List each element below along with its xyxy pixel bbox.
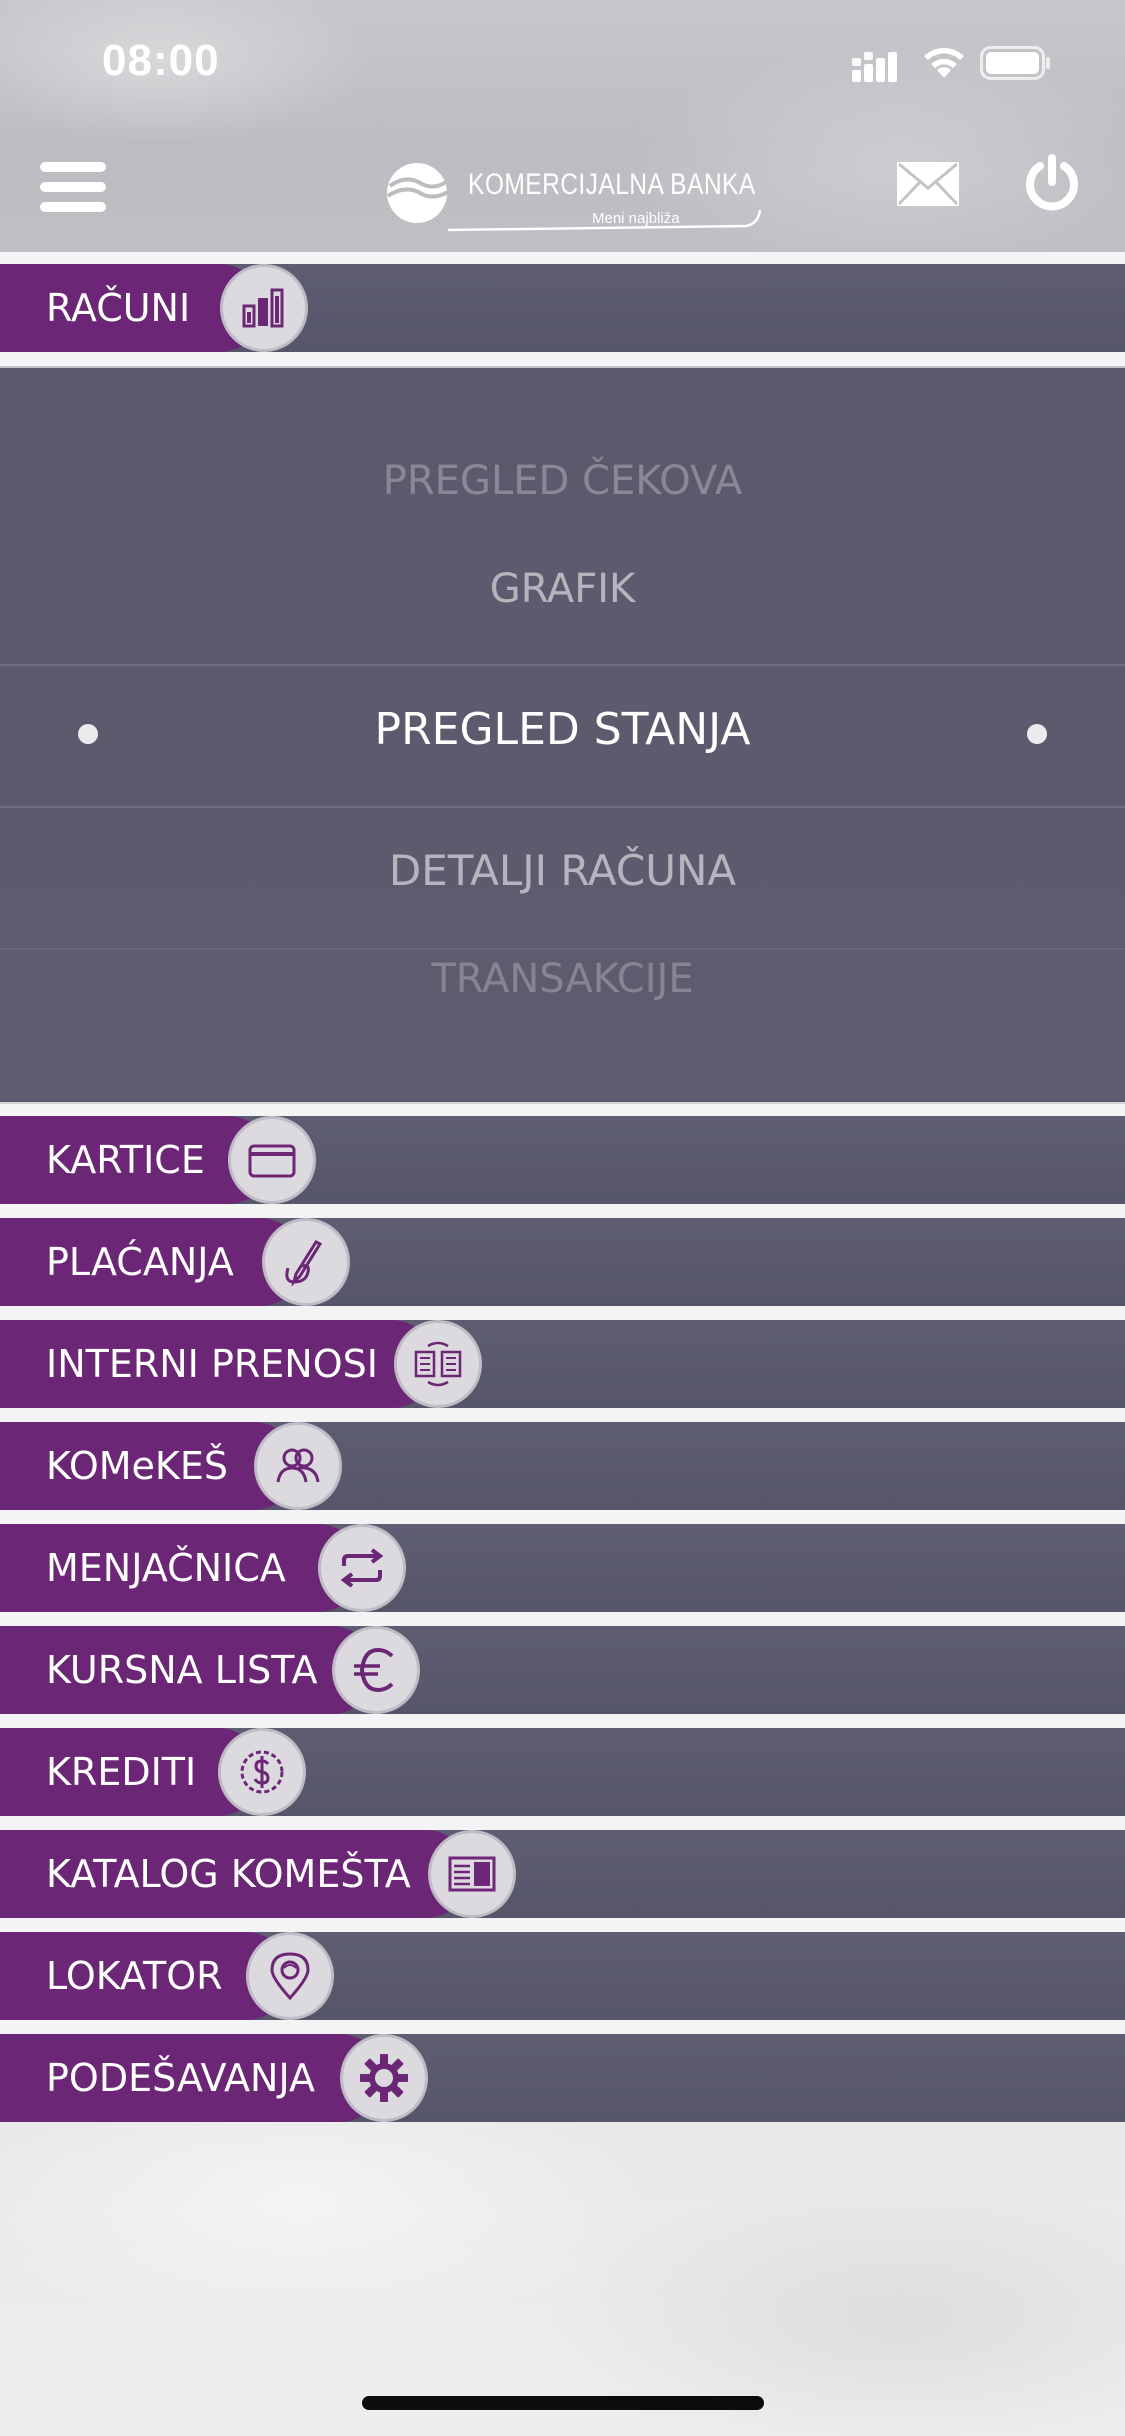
- separator: [0, 1104, 1125, 1116]
- menu-row-kartice[interactable]: KARTICE: [0, 1116, 1125, 1204]
- menu-row-kursna-lista[interactable]: KURSNA LISTA: [0, 1626, 1125, 1714]
- hamburger-menu-icon[interactable]: [40, 162, 106, 214]
- menu-label-interni-prenosi: INTERNI PRENOSI: [46, 1342, 378, 1386]
- cellular-signal-icon: [852, 52, 897, 82]
- menu-label-menjacnica: MENJAČNICA: [46, 1546, 286, 1590]
- bank-logo: KOMERCIJALNA BANKA Meni najbliža: [380, 152, 762, 232]
- logo-mark-icon: [386, 163, 448, 223]
- catalog-book-icon: [428, 1830, 516, 1918]
- separator: [0, 1816, 1125, 1830]
- menu-row-racuni[interactable]: RAČUNI: [0, 264, 1125, 352]
- picker-item-detalji-racuna[interactable]: DETALJI RAČUNA: [0, 846, 1125, 895]
- transfer-documents-icon: [394, 1320, 482, 1408]
- menu-row-krediti[interactable]: KREDITI: [0, 1728, 1125, 1816]
- menu-label-kursna-lista: KURSNA LISTA: [46, 1648, 318, 1692]
- separator: [0, 352, 1125, 366]
- separator: [0, 1918, 1125, 1932]
- picker-item-pregled-stanja[interactable]: PREGLED STANJA: [0, 704, 1125, 755]
- dollar-coin-icon: [218, 1728, 306, 1816]
- menu-row-lokator[interactable]: LOKATOR: [0, 1932, 1125, 2020]
- euro-icon: [332, 1626, 420, 1714]
- picker-divider: [0, 806, 1125, 808]
- menu-label-racuni: RAČUNI: [46, 286, 191, 330]
- envelope-icon[interactable]: [896, 160, 960, 208]
- separator: [0, 1204, 1125, 1218]
- battery-icon: [980, 46, 1050, 80]
- menu-label-katalog-komesta: KATALOG KOMEŠTA: [46, 1852, 411, 1896]
- picker-item-cekovi[interactable]: PREGLED ČEKOVA: [0, 458, 1125, 504]
- wifi-icon: [924, 48, 964, 78]
- menu-label-krediti: KREDITI: [46, 1750, 197, 1794]
- picker-item-grafik[interactable]: GRAFIK: [0, 566, 1125, 612]
- picker-item-transakcije[interactable]: TRANSAKCIJE: [0, 956, 1125, 1002]
- menu-row-placanja[interactable]: PLAĆANJA: [0, 1218, 1125, 1306]
- picker-selection-dot-right: [1027, 724, 1047, 744]
- menu-row-komekes[interactable]: KOMeKEŠ: [0, 1422, 1125, 1510]
- status-bar: 08:00: [0, 0, 1125, 130]
- menu-row-interni-prenosi[interactable]: INTERNI PRENOSI: [0, 1320, 1125, 1408]
- separator: [0, 1306, 1125, 1320]
- menu-label-podesavanja: PODEŠAVANJA: [46, 2056, 316, 2100]
- menu-label-kartice: KARTICE: [46, 1138, 205, 1182]
- menu-label-komekes: KOMeKEŠ: [46, 1444, 228, 1488]
- signature-pen-icon: [262, 1218, 350, 1306]
- gear-icon: [340, 2034, 428, 2122]
- separator: [0, 1408, 1125, 1422]
- menu-row-podesavanja[interactable]: PODEŠAVANJA: [0, 2034, 1125, 2122]
- location-pin-icon: [246, 1932, 334, 2020]
- credit-card-icon: [228, 1116, 316, 1204]
- separator: [0, 252, 1125, 264]
- separator: [0, 1612, 1125, 1626]
- separator: [0, 1510, 1125, 1524]
- menu-row-katalog-komesta[interactable]: KATALOG KOMEŠTA: [0, 1830, 1125, 1918]
- app-header: KOMERCIJALNA BANKA Meni najbliža: [0, 140, 1125, 252]
- home-indicator[interactable]: [362, 2396, 764, 2410]
- account-options-picker[interactable]: PREGLED ČEKOVA GRAFIK PREGLED STANJA DET…: [0, 368, 1125, 1102]
- menu-row-menjacnica[interactable]: MENJAČNICA: [0, 1524, 1125, 1612]
- picker-divider: [0, 948, 1125, 950]
- picker-divider: [0, 664, 1125, 666]
- menu-label-placanja: PLAĆANJA: [46, 1240, 234, 1284]
- bar-chart-icon: [220, 264, 308, 352]
- users-icon: [254, 1422, 342, 1510]
- power-icon[interactable]: [1024, 154, 1080, 214]
- logo-tagline: Meni najbliža: [592, 210, 680, 227]
- exchange-arrows-icon: [318, 1524, 406, 1612]
- status-time: 08:00: [102, 36, 220, 85]
- menu-label-lokator: LOKATOR: [46, 1954, 223, 1998]
- separator: [0, 2020, 1125, 2034]
- separator: [0, 1714, 1125, 1728]
